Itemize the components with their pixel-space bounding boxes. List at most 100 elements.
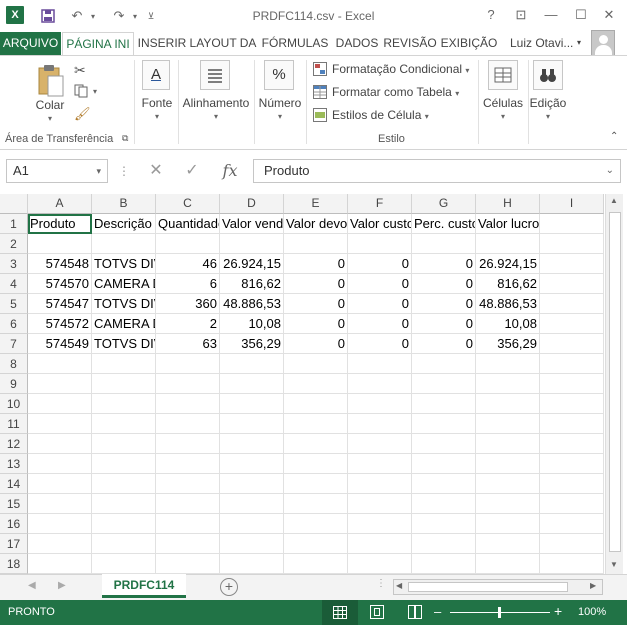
table-cell[interactable]: 574570: [28, 274, 92, 294]
cancel-icon[interactable]: ✕: [142, 159, 170, 183]
collapse-ribbon-icon[interactable]: ⌃: [610, 131, 618, 142]
table-cell[interactable]: [92, 454, 156, 474]
table-cell[interactable]: [92, 554, 156, 574]
tab-splitter-icon[interactable]: ⋮: [376, 578, 386, 589]
table-cell[interactable]: [412, 474, 476, 494]
name-box[interactable]: A1 ▾: [6, 159, 108, 183]
avatar[interactable]: [591, 30, 615, 56]
table-cell[interactable]: [412, 554, 476, 574]
vertical-scrollbar[interactable]: ▲ ▼: [605, 194, 623, 574]
table-cell[interactable]: TOTVS DIVERSOS: [92, 254, 156, 274]
header-cell[interactable]: Valor custo: [348, 214, 412, 234]
table-cell[interactable]: TOTVS DIVERSOS: [92, 294, 156, 314]
scroll-left-icon[interactable]: ◀: [396, 581, 402, 590]
table-cell[interactable]: [284, 234, 348, 254]
row-header[interactable]: 8: [0, 354, 28, 374]
table-cell[interactable]: [540, 334, 604, 354]
table-cell[interactable]: [348, 514, 412, 534]
table-cell[interactable]: [220, 454, 284, 474]
table-cell[interactable]: [540, 274, 604, 294]
table-cell[interactable]: [348, 394, 412, 414]
font-dropdown-icon[interactable]: ▾: [151, 112, 163, 121]
table-cell[interactable]: [220, 234, 284, 254]
tab-dados[interactable]: DADOS: [333, 32, 381, 56]
table-cell[interactable]: [412, 494, 476, 514]
conditional-formatting-button[interactable]: Formatação Condicional ▾: [332, 62, 469, 76]
table-cell[interactable]: 0: [412, 274, 476, 294]
table-cell[interactable]: [348, 354, 412, 374]
table-cell[interactable]: 2: [156, 314, 220, 334]
row-header[interactable]: 1: [0, 214, 28, 234]
column-header[interactable]: C: [156, 194, 220, 214]
table-cell[interactable]: [284, 534, 348, 554]
formula-input[interactable]: Produto ⌄: [253, 159, 621, 183]
table-cell[interactable]: [284, 354, 348, 374]
table-cell[interactable]: [220, 394, 284, 414]
table-cell[interactable]: [28, 394, 92, 414]
minimize-button[interactable]: —: [540, 6, 562, 24]
table-cell[interactable]: [156, 414, 220, 434]
copy-icon[interactable]: [74, 84, 90, 98]
table-cell[interactable]: 46: [156, 254, 220, 274]
table-cell[interactable]: [28, 494, 92, 514]
spreadsheet-grid[interactable]: A B C D E F G H I 1 Produto Descrição Quantidade Valo…: [0, 194, 605, 574]
cells-button[interactable]: Células: [480, 96, 526, 110]
header-cell[interactable]: [540, 214, 604, 234]
cells-dropdown-icon[interactable]: ▾: [497, 112, 509, 121]
insert-function-icon[interactable]: fx: [214, 159, 246, 183]
table-cell[interactable]: 6: [156, 274, 220, 294]
table-cell[interactable]: 0: [412, 314, 476, 334]
row-header[interactable]: 17: [0, 534, 28, 554]
table-cell[interactable]: [220, 554, 284, 574]
table-cell[interactable]: 0: [348, 314, 412, 334]
table-cell[interactable]: [284, 474, 348, 494]
table-cell[interactable]: [284, 394, 348, 414]
table-cell[interactable]: [412, 414, 476, 434]
table-cell[interactable]: 0: [348, 274, 412, 294]
alignment-dropdown-icon[interactable]: ▾: [210, 112, 222, 121]
table-cell[interactable]: 574572: [28, 314, 92, 334]
row-header[interactable]: 2: [0, 234, 28, 254]
help-icon[interactable]: ?: [480, 6, 502, 24]
number-dropdown-icon[interactable]: ▾: [274, 112, 286, 121]
table-cell[interactable]: 574548: [28, 254, 92, 274]
table-cell[interactable]: [284, 434, 348, 454]
tab-exibicao[interactable]: EXIBIÇÃO: [440, 32, 498, 56]
table-cell[interactable]: [92, 354, 156, 374]
table-cell[interactable]: 0: [348, 254, 412, 274]
zoom-in-icon[interactable]: +: [554, 603, 562, 619]
table-cell[interactable]: [92, 534, 156, 554]
table-cell[interactable]: [28, 534, 92, 554]
table-cell[interactable]: [92, 234, 156, 254]
table-cell[interactable]: 10,08: [476, 314, 540, 334]
percent-icon[interactable]: %: [264, 60, 294, 90]
table-cell[interactable]: [348, 234, 412, 254]
column-header[interactable]: B: [92, 194, 156, 214]
table-cell[interactable]: 0: [348, 294, 412, 314]
row-header[interactable]: 10: [0, 394, 28, 414]
column-header[interactable]: H: [476, 194, 540, 214]
table-cell[interactable]: [284, 554, 348, 574]
new-sheet-button[interactable]: +: [220, 578, 238, 596]
paste-icon[interactable]: [36, 64, 66, 100]
row-header[interactable]: 16: [0, 514, 28, 534]
sheet-tab[interactable]: PRDFC114: [102, 574, 186, 598]
copy-dropdown-icon[interactable]: ▾: [93, 87, 97, 96]
table-cell[interactable]: [540, 314, 604, 334]
table-cell[interactable]: [476, 454, 540, 474]
enter-icon[interactable]: ✓: [178, 159, 206, 183]
tab-revisao[interactable]: REVISÃO: [383, 32, 437, 56]
table-cell[interactable]: [28, 434, 92, 454]
table-cell[interactable]: [28, 514, 92, 534]
user-name[interactable]: Luiz Otavi...: [510, 32, 573, 56]
table-cell[interactable]: 0: [284, 254, 348, 274]
table-cell[interactable]: [220, 434, 284, 454]
table-cell[interactable]: [348, 414, 412, 434]
table-cell[interactable]: 0: [412, 294, 476, 314]
table-cell[interactable]: 0: [284, 334, 348, 354]
table-cell[interactable]: [348, 434, 412, 454]
tab-arquivo[interactable]: ARQUIVO: [0, 32, 61, 56]
clipboard-launcher-icon[interactable]: ⧉: [122, 133, 128, 144]
select-all-corner[interactable]: [0, 194, 28, 214]
tab-pagina-inicial[interactable]: PÁGINA INI: [62, 32, 134, 56]
